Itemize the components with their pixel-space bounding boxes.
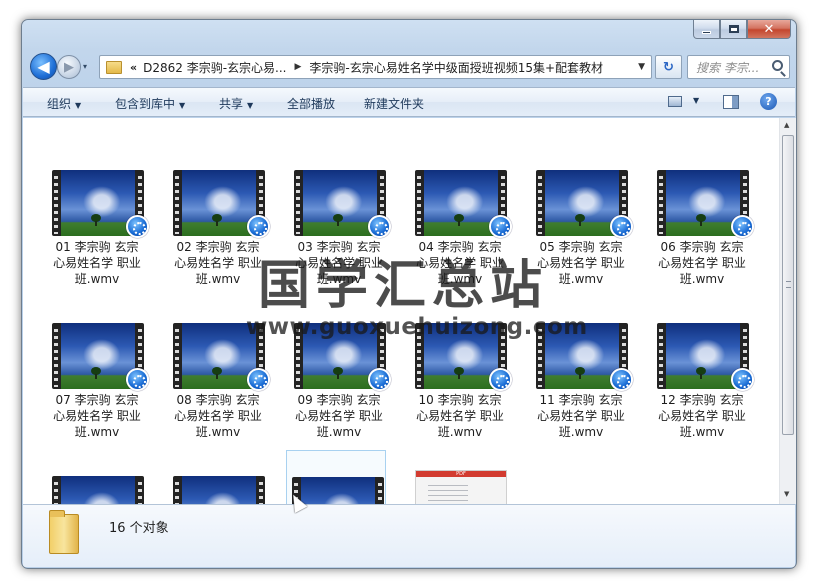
maximize-icon [728,25,739,33]
share-menu[interactable]: 共享 ▼ [219,95,253,112]
pdf-badge: PDF [416,471,506,477]
share-label: 共享 [219,97,244,111]
minimize-icon [702,30,711,34]
video-thumbnail [292,477,384,504]
include-in-library-menu[interactable]: 包含到库中 ▼ [115,95,185,112]
file-item[interactable]: 02 李宗驹 玄宗 心易姓名学 职业 班.wmv [168,158,270,298]
file-name: 12 李宗驹 玄宗 心易姓名学 职业 班.wmv [658,393,746,439]
file-name: 11 李宗驹 玄宗 心易姓名学 职业 班.wmv [537,393,625,439]
pdf-file-item[interactable]: PDF [410,464,510,504]
refresh-icon: ↻ [663,59,674,75]
file-item[interactable] [47,464,147,504]
folder-icon [49,510,79,554]
media-player-icon [126,215,149,238]
minimize-button[interactable] [693,20,720,39]
breadcrumb-overflow-icon[interactable]: « [130,61,137,74]
media-player-icon [610,215,633,238]
change-view-icon[interactable] [668,96,682,107]
address-dropdown-icon[interactable]: ▼ [638,62,645,72]
address-bar[interactable]: « D2862 李宗驹-玄宗心易... ▶ 李宗驹-玄宗心易姓名学中级面授班视频… [99,55,652,79]
media-player-icon [731,215,754,238]
file-name: 02 李宗驹 玄宗 心易姓名学 职业 班.wmv [174,240,262,286]
breadcrumb-separator-icon[interactable]: ▶ [294,62,301,72]
media-player-icon [610,368,633,391]
file-name: 01 李宗驹 玄宗 心易姓名学 职业 班.wmv [53,240,141,286]
include-in-library-label: 包含到库中 [115,97,176,111]
organize-menu[interactable]: 组织 ▼ [47,95,81,112]
command-bar: 组织 ▼ 包含到库中 ▼ 共享 ▼ 全部播放 新建文件夹 ▼ ? [23,87,795,117]
media-player-icon [489,368,512,391]
help-icon[interactable]: ? [760,93,777,110]
refresh-button[interactable]: ↻ [655,55,682,79]
recent-pages-button[interactable]: ▾ [83,62,87,71]
search-icon[interactable] [772,60,783,71]
scroll-down-icon[interactable]: ▼ [784,490,789,498]
breadcrumb-item-parent[interactable]: D2862 李宗驹-玄宗心易... [143,59,286,76]
close-button[interactable]: ✕ [747,20,791,39]
maximize-button[interactable] [720,20,747,39]
file-item[interactable] [168,464,268,504]
watermark-url: www.guoxuehuizong.com [246,314,588,340]
back-arrow-icon: ◀ [37,57,50,76]
file-name: 06 李宗驹 玄宗 心易姓名学 职业 班.wmv [658,240,746,286]
video-thumbnail [52,476,144,504]
file-name: 08 李宗驹 玄宗 心易姓名学 职业 班.wmv [174,393,262,439]
file-name: 09 李宗驹 玄宗 心易姓名学 职业 班.wmv [295,393,383,439]
media-player-icon [247,368,270,391]
breadcrumb-item-current[interactable]: 李宗驹-玄宗心易姓名学中级面授班视频15集+配套教材 [309,59,603,76]
file-name: 07 李宗驹 玄宗 心易姓名学 职业 班.wmv [53,393,141,439]
details-pane: 16 个对象 [23,504,795,567]
view-options-dropdown-icon[interactable]: ▼ [693,96,699,105]
file-item[interactable]: 01 李宗驹 玄宗 心易姓名学 职业 班.wmv [47,158,149,298]
file-item[interactable]: 12 李宗驹 玄宗 心易姓名学 职业 班.wmv [652,311,754,451]
scrollbar-thumb[interactable] [782,135,794,435]
media-player-icon [247,215,270,238]
back-button[interactable]: ◀ [30,53,57,80]
scroll-up-icon[interactable]: ▲ [784,121,789,129]
caption-buttons: ✕ [693,20,791,40]
pdf-thumbnail: PDF [415,470,507,504]
media-player-icon [368,215,391,238]
video-thumbnail [173,476,265,504]
organize-label: 组织 [47,97,72,111]
chevron-down-icon: ▼ [75,101,82,110]
file-item[interactable]: 07 李宗驹 玄宗 心易姓名学 职业 班.wmv [47,311,149,451]
watermark-title: 国学汇总站 [258,256,549,316]
forward-arrow-icon: ▶ [64,59,74,75]
play-all-button[interactable]: 全部播放 [287,95,335,112]
chevron-down-icon: ▼ [179,101,186,110]
close-icon: ✕ [763,21,775,37]
item-count: 16 个对象 [109,521,169,536]
media-player-icon [731,368,754,391]
chevron-down-icon: ▼ [247,101,254,110]
media-player-icon [489,215,512,238]
search-placeholder: 搜索 李宗... [696,60,760,75]
file-name: 10 李宗驹 玄宗 心易姓名学 职业 班.wmv [416,393,504,439]
chevron-down-icon: ▾ [83,62,88,71]
media-player-icon [368,368,391,391]
new-folder-button[interactable]: 新建文件夹 [364,95,424,112]
folder-icon [106,60,122,74]
preview-pane-icon[interactable] [723,95,739,109]
file-item[interactable]: 06 李宗驹 玄宗 心易姓名学 职业 班.wmv [652,158,754,298]
forward-button[interactable]: ▶ [57,55,81,79]
media-player-icon [126,368,149,391]
navigation-bar: ◀ ▶ ▾ « D2862 李宗驹-玄宗心易... ▶ 李宗驹-玄宗心易姓名学中… [30,53,790,83]
search-input[interactable]: 搜索 李宗... [687,55,790,79]
vertical-scrollbar[interactable]: ▲ ▼ [779,118,796,504]
